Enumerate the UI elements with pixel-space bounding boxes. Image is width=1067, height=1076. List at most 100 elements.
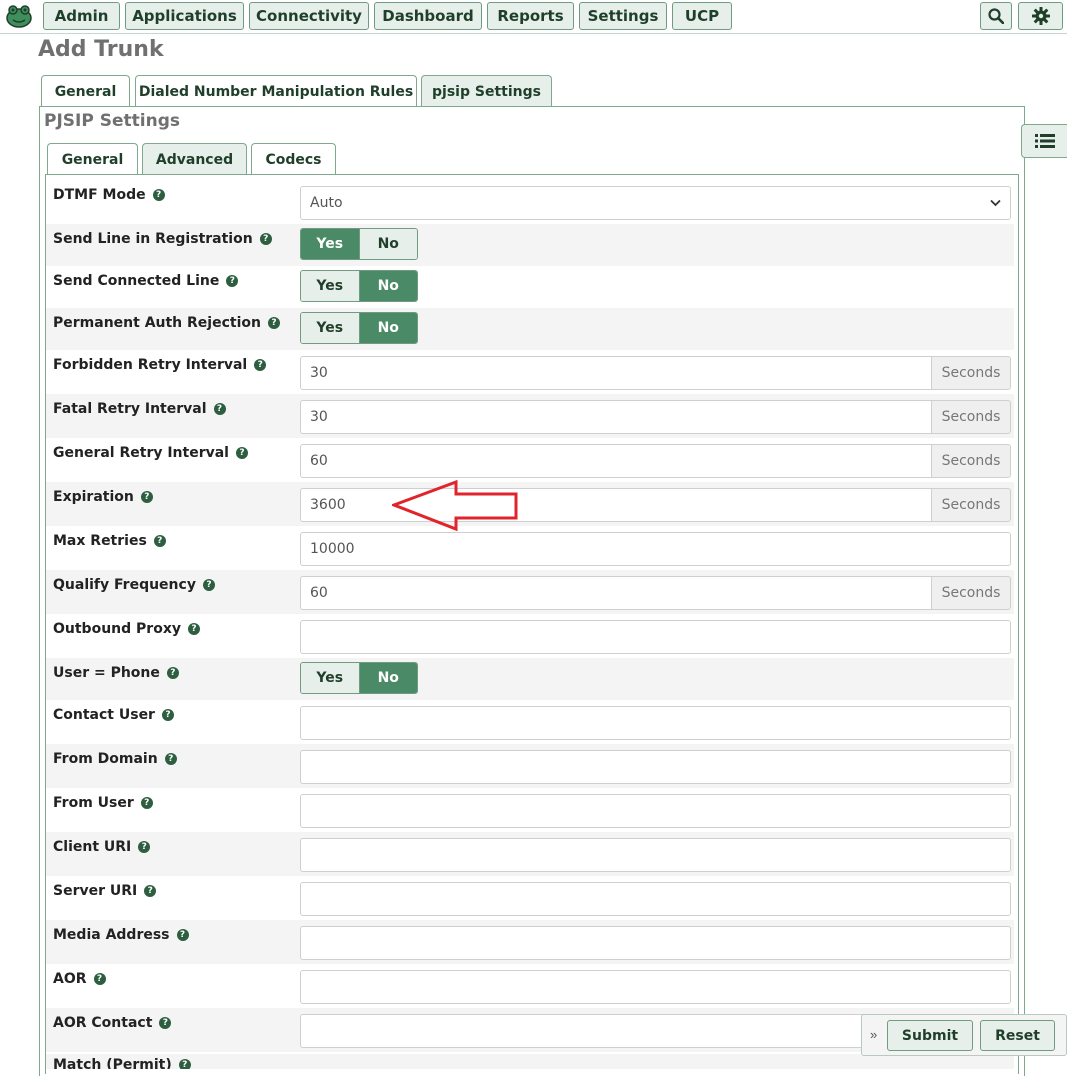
from-domain-input[interactable] [300,750,1011,784]
submit-button[interactable]: Submit [887,1020,973,1051]
max-retries-input[interactable]: 10000 [300,532,1011,566]
fatal-retry-interval-input[interactable]: 30 [300,400,932,434]
label-dtmf-mode: DTMF Mode? [53,187,165,203]
section-title: PJSIP Settings [44,111,180,131]
help-icon[interactable]: ? [166,667,179,679]
row-outbound-proxy: Outbound Proxy? [46,614,1014,658]
qualify-frequency-input[interactable]: 60 [300,576,932,610]
tab-pjsip-settings[interactable]: pjsip Settings [421,75,552,107]
help-icon[interactable]: ? [226,275,239,287]
toggle-no[interactable]: No [358,271,417,301]
label-from-user: From User? [53,795,153,811]
from-user-input[interactable] [300,794,1011,828]
nav-connectivity[interactable]: Connectivity [249,2,369,30]
row-user-phone: User = Phone? Yes No [46,658,1014,700]
outbound-proxy-input[interactable] [300,620,1011,654]
reset-button[interactable]: Reset [980,1020,1055,1051]
help-icon[interactable]: ? [93,973,106,985]
nav-reports[interactable]: Reports [487,2,574,30]
search-button[interactable] [980,2,1012,30]
row-send-line-in-registration: Send Line in Registration? Yes No [46,224,1014,266]
label-aor: AOR? [53,971,106,987]
tab-dialed-number-manipulation-rules[interactable]: Dialed Number Manipulation Rules [135,75,417,107]
label-match-permit: Match (Permit)? [53,1057,191,1069]
row-permanent-auth-rejection: Permanent Auth Rejection? Yes No [46,308,1014,350]
general-retry-interval-input[interactable]: 60 [300,444,932,478]
search-icon [988,8,1004,24]
help-icon[interactable]: ? [267,317,280,329]
sidebar-toggle-button[interactable] [1021,124,1067,158]
row-client-uri: Client URI? [46,832,1014,876]
help-icon[interactable]: ? [176,929,189,941]
help-icon[interactable]: ? [161,709,174,721]
help-icon[interactable]: ? [202,579,215,591]
toggle-no[interactable]: No [358,663,417,693]
annotation-arrow-icon [392,480,518,532]
help-icon[interactable]: ? [140,491,153,503]
row-max-retries: Max Retries? 10000 [46,526,1014,570]
label-send-line-in-registration: Send Line in Registration? [53,231,272,247]
subtab-general[interactable]: General [47,143,138,175]
help-icon[interactable]: ? [159,1017,172,1029]
label-outbound-proxy: Outbound Proxy? [53,621,200,637]
help-icon[interactable]: ? [213,403,226,415]
settings-button[interactable] [1018,2,1063,30]
toggle-yes[interactable]: Yes [301,313,359,343]
row-dtmf-mode: DTMF Mode? Auto [46,180,1014,224]
frog-logo-icon[interactable] [5,3,33,29]
label-expiration: Expiration? [53,489,153,505]
send-connected-line-toggle[interactable]: Yes No [300,270,418,302]
row-media-address: Media Address? [46,920,1014,964]
nav-admin[interactable]: Admin [43,2,120,30]
help-icon[interactable]: ? [153,535,166,547]
label-server-uri: Server URI? [53,883,157,899]
client-uri-input[interactable] [300,838,1011,872]
seconds-addon: Seconds [931,576,1011,610]
nav-settings[interactable]: Settings [579,2,667,30]
subtab-codecs[interactable]: Codecs [251,143,336,175]
toggle-yes[interactable]: Yes [301,271,359,301]
row-match-permit: Match (Permit)? [46,1054,1014,1069]
label-forbidden-retry-interval: Forbidden Retry Interval? [53,357,267,373]
contact-user-input[interactable] [300,706,1011,740]
label-contact-user: Contact User? [53,707,174,723]
row-from-domain: From Domain? [46,744,1014,788]
help-icon[interactable]: ? [187,623,200,635]
permanent-auth-rejection-toggle[interactable]: Yes No [300,312,418,344]
help-icon[interactable]: ? [144,885,157,897]
row-forbidden-retry-interval: Forbidden Retry Interval? 30 Seconds [46,350,1014,394]
help-icon[interactable]: ? [140,797,153,809]
forbidden-retry-interval-input[interactable]: 30 [300,356,932,390]
toggle-no[interactable]: No [358,313,417,343]
send-line-in-registration-toggle[interactable]: Yes No [300,228,418,260]
help-icon[interactable]: ? [254,359,267,371]
expand-chevron-icon[interactable]: » [870,1027,877,1042]
label-media-address: Media Address? [53,927,189,943]
seconds-addon: Seconds [931,400,1011,434]
tab-general[interactable]: General [41,75,130,107]
aor-input[interactable] [300,970,1011,1004]
help-icon[interactable]: ? [138,841,151,853]
toggle-yes[interactable]: Yes [301,663,359,693]
user-phone-toggle[interactable]: Yes No [300,662,418,694]
help-icon[interactable]: ? [164,753,177,765]
toggle-no[interactable]: No [358,229,417,259]
nav-ucp[interactable]: UCP [672,2,732,30]
row-send-connected-line: Send Connected Line? Yes No [46,266,1014,308]
help-icon[interactable]: ? [152,189,165,201]
help-icon[interactable]: ? [178,1059,191,1069]
dtmf-mode-select[interactable]: Auto [300,186,1011,220]
help-icon[interactable]: ? [235,447,248,459]
subtab-advanced[interactable]: Advanced [142,143,247,175]
server-uri-input[interactable] [300,882,1011,916]
label-permanent-auth-rejection: Permanent Auth Rejection? [53,315,280,331]
top-nav-bar: Admin Applications Connectivity Dashboar… [0,0,1067,34]
nav-dashboard[interactable]: Dashboard [374,2,482,30]
help-icon[interactable]: ? [259,233,272,245]
label-aor-contact: AOR Contact? [53,1015,172,1031]
nav-applications[interactable]: Applications [125,2,244,30]
label-max-retries: Max Retries? [53,533,166,549]
toggle-yes[interactable]: Yes [301,229,359,259]
row-expiration: Expiration? 3600 Seconds [46,482,1014,526]
media-address-input[interactable] [300,926,1011,960]
